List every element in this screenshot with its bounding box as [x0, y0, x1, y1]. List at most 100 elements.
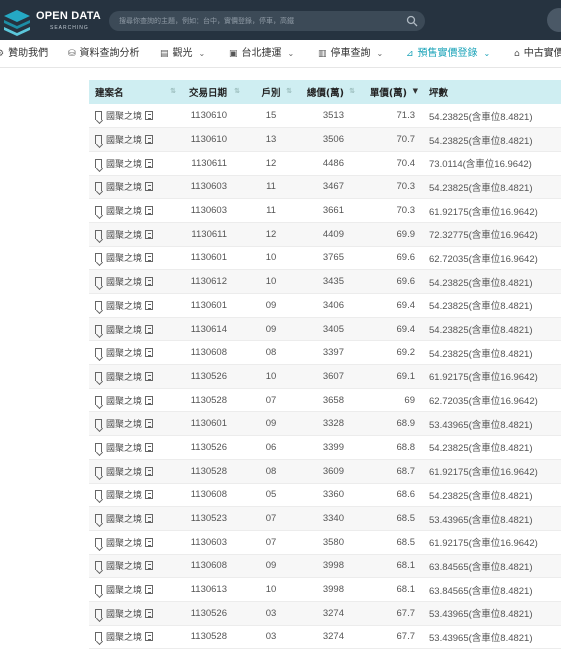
bookmark-icon[interactable]: [95, 608, 102, 618]
bookmark-icon[interactable]: [95, 206, 102, 216]
cell-name[interactable]: 國聚之境: [89, 364, 181, 389]
cell-name[interactable]: 國聚之境: [89, 269, 181, 294]
document-icon[interactable]: [145, 466, 154, 476]
cell-name[interactable]: 國聚之境: [89, 293, 181, 318]
table-row[interactable]: 國聚之境 1130601 09 3328 68.9 53.43965(含車位8.4821): [89, 411, 561, 437]
document-icon[interactable]: [145, 300, 154, 310]
bookmark-icon[interactable]: [95, 111, 102, 121]
column-header-price[interactable]: 單價(萬) ▼: [360, 80, 423, 104]
bookmark-icon[interactable]: [95, 229, 102, 239]
column-header-date[interactable]: 交易日期 ⇅: [181, 80, 245, 104]
document-icon[interactable]: [145, 229, 154, 239]
document-icon[interactable]: [145, 632, 154, 642]
cell-name[interactable]: 國聚之境: [89, 222, 181, 247]
cell-name[interactable]: 國聚之境: [89, 435, 181, 460]
document-icon[interactable]: [145, 182, 154, 192]
table-row[interactable]: 國聚之境 1130608 09 3998 68.1 63.84565(含車位8.4821): [89, 554, 561, 579]
table-row[interactable]: 國聚之境 1130528 03 3274 67.7 53.43965(含車位8.4821): [89, 625, 561, 649]
document-icon[interactable]: [145, 514, 154, 524]
table-row[interactable]: 國聚之境 1130526 10 3607 69.1 61.92175(含車位16.9642…: [89, 364, 561, 389]
bookmark-icon[interactable]: [95, 561, 102, 571]
document-icon[interactable]: [145, 395, 154, 405]
cell-name[interactable]: 國聚之境: [89, 104, 181, 129]
table-row[interactable]: 國聚之境 1130528 07 3658 69 62.72035(含車位16.9642): [89, 388, 561, 413]
table-row[interactable]: 國聚之境 1130610 15 3513 71.3 54.23825(含車位8.4821): [89, 104, 561, 129]
nav-mrt[interactable]: ▣ 台北捷運 ⌄: [229, 40, 294, 67]
table-row[interactable]: 國聚之境 1130614 09 3405 69.4 54.23825(含車位8.4821): [89, 317, 561, 342]
column-header-name[interactable]: 建案名 ⇅: [89, 80, 181, 104]
cell-name[interactable]: 國聚之境: [89, 530, 181, 555]
cell-name[interactable]: 國聚之境: [89, 340, 181, 366]
cell-name[interactable]: 國聚之境: [89, 127, 181, 152]
bookmark-icon[interactable]: [95, 135, 102, 145]
cell-name[interactable]: 國聚之境: [89, 175, 181, 200]
nav-sponsor[interactable]: ⚙ 贊助我們: [0, 40, 48, 67]
table-row[interactable]: 國聚之境 1130613 10 3998 68.1 63.84565(含車位8.4821): [89, 577, 561, 602]
bookmark-icon[interactable]: [95, 632, 102, 642]
cell-name[interactable]: 國聚之境: [89, 388, 181, 413]
document-icon[interactable]: [145, 371, 154, 381]
cell-name[interactable]: 國聚之境: [89, 459, 181, 484]
table-row[interactable]: 國聚之境 1130526 06 3399 68.8 54.23825(含車位8.4821): [89, 435, 561, 460]
cell-name[interactable]: 國聚之境: [89, 198, 181, 223]
bookmark-icon[interactable]: [95, 300, 102, 310]
document-icon[interactable]: [145, 253, 154, 263]
column-header-unit[interactable]: 戶別 ⇅: [245, 80, 297, 104]
search-input[interactable]: [109, 11, 405, 31]
document-icon[interactable]: [145, 537, 154, 547]
cell-name[interactable]: 國聚之境: [89, 577, 181, 602]
column-header-area[interactable]: 坪數: [423, 80, 561, 104]
bookmark-icon[interactable]: [95, 371, 102, 381]
document-icon[interactable]: [145, 158, 154, 168]
avatar[interactable]: [547, 8, 561, 32]
nav-resale[interactable]: ⌂ 中古實價: [514, 40, 561, 67]
bookmark-icon[interactable]: [95, 514, 102, 524]
bookmark-icon[interactable]: [95, 466, 102, 476]
cell-name[interactable]: 國聚之境: [89, 411, 181, 437]
table-row[interactable]: 國聚之境 1130601 09 3406 69.4 54.23825(含車位8.4821): [89, 293, 561, 318]
bookmark-icon[interactable]: [95, 253, 102, 263]
cell-name[interactable]: 國聚之境: [89, 483, 181, 508]
nav-parking[interactable]: ▥ 停車查詢 ⌄: [318, 40, 383, 67]
table-row[interactable]: 國聚之境 1130601 10 3765 69.6 62.72035(含車位16.9642…: [89, 246, 561, 271]
document-icon[interactable]: [145, 490, 154, 500]
table-row[interactable]: 國聚之境 1130610 13 3506 70.7 54.23825(含車位8.4821): [89, 127, 561, 152]
site-logo[interactable]: OPEN DATA SEARCHING: [0, 6, 110, 36]
bookmark-icon[interactable]: [95, 182, 102, 192]
document-icon[interactable]: [145, 561, 154, 571]
bookmark-icon[interactable]: [95, 585, 102, 595]
table-row[interactable]: 國聚之境 1130523 07 3340 68.5 53.43965(含車位8.4821): [89, 506, 561, 531]
cell-name[interactable]: 國聚之境: [89, 625, 181, 649]
document-icon[interactable]: [145, 608, 154, 618]
bookmark-icon[interactable]: [95, 158, 102, 168]
document-icon[interactable]: [145, 585, 154, 595]
table-row[interactable]: 國聚之境 1130611 12 4409 69.9 72.32775(含車位16.9642…: [89, 222, 561, 247]
nav-tourism[interactable]: ▤ 觀光 ⌄: [160, 40, 205, 67]
nav-data-analysis[interactable]: ⛁ 資料查詢分析: [68, 40, 140, 67]
table-row[interactable]: 國聚之境 1130603 07 3580 68.5 61.92175(含車位16.9642…: [89, 530, 561, 555]
document-icon[interactable]: [145, 135, 154, 145]
table-row[interactable]: 國聚之境 1130608 08 3397 69.2 54.23825(含車位8.4821): [89, 340, 561, 366]
document-icon[interactable]: [145, 206, 154, 216]
table-row[interactable]: 國聚之境 1130603 11 3661 70.3 61.92175(含車位16.9642…: [89, 198, 561, 223]
table-row[interactable]: 國聚之境 1130528 08 3609 68.7 61.92175(含車位16.9642…: [89, 459, 561, 484]
bookmark-icon[interactable]: [95, 277, 102, 287]
bookmark-icon[interactable]: [95, 490, 102, 500]
document-icon[interactable]: [145, 419, 154, 429]
document-icon[interactable]: [145, 277, 154, 287]
cell-name[interactable]: 國聚之境: [89, 506, 181, 531]
cell-name[interactable]: 國聚之境: [89, 151, 181, 176]
bookmark-icon[interactable]: [95, 395, 102, 405]
table-row[interactable]: 國聚之境 1130603 11 3467 70.3 54.23825(含車位8.4821): [89, 175, 561, 200]
bookmark-icon[interactable]: [95, 537, 102, 547]
document-icon[interactable]: [145, 111, 154, 121]
table-row[interactable]: 國聚之境 1130612 10 3435 69.6 54.23825(含車位8.4821): [89, 269, 561, 294]
table-row[interactable]: 國聚之境 1130611 12 4486 70.4 73.0114(含車位16.9642): [89, 151, 561, 176]
document-icon[interactable]: [145, 442, 154, 452]
document-icon[interactable]: [145, 348, 154, 358]
bookmark-icon[interactable]: [95, 442, 102, 452]
cell-name[interactable]: 國聚之境: [89, 246, 181, 271]
cell-name[interactable]: 國聚之境: [89, 601, 181, 626]
cell-name[interactable]: 國聚之境: [89, 554, 181, 579]
bookmark-icon[interactable]: [95, 324, 102, 334]
